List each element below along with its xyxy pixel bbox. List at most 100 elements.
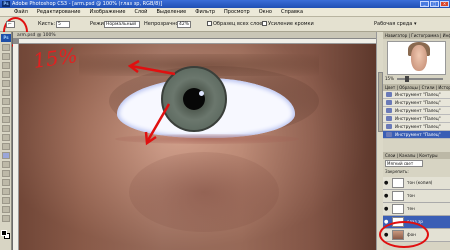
panel-dock: Навигатор | Гистограмма | Инфо 15% Цвет … xyxy=(383,32,450,250)
brush-label: Кисть: xyxy=(38,21,56,27)
blend-mode-row: Мягкий свет xyxy=(385,160,448,167)
menu-file[interactable]: Файл xyxy=(14,9,28,15)
enhance-edge-checkbox[interactable] xyxy=(262,21,267,26)
close-button[interactable]: × xyxy=(440,1,449,7)
zoom-slider-knob[interactable] xyxy=(405,76,409,82)
history-item-label: Инструмент "Палец" xyxy=(395,132,441,137)
navigator-preview[interactable] xyxy=(387,41,446,75)
all-layers-option[interactable]: Образец всех слоев xyxy=(207,20,265,29)
layer-thumbnail xyxy=(392,204,404,214)
smudge-history-icon xyxy=(386,116,392,121)
navigator-panel-tabs[interactable]: Навигатор | Гистограмма | Инфо xyxy=(383,32,450,39)
smudge-history-icon xyxy=(386,100,392,105)
history-item[interactable]: Инструмент "Палец" xyxy=(383,99,450,107)
layer-row[interactable]: ● тон xyxy=(383,190,450,203)
image-canvas[interactable]: 15% xyxy=(19,44,377,250)
pen-tool-icon[interactable] xyxy=(2,170,10,177)
photoshop-logo-icon: Ps xyxy=(2,1,10,7)
shape-tool-icon[interactable] xyxy=(2,197,10,204)
history-item-label: Инструмент "Палец" xyxy=(395,124,441,129)
history-item-label: Инструмент "Палец" xyxy=(395,116,441,121)
smudge-history-icon xyxy=(386,132,392,137)
thumbnail-face xyxy=(411,45,427,71)
red-arrow-annotations xyxy=(127,59,176,146)
history-item-active[interactable]: Инструмент "Палец" xyxy=(383,131,450,139)
gradient-tool-icon[interactable] xyxy=(2,143,10,150)
layer-thumbnail xyxy=(392,178,404,188)
menu-view[interactable]: Просмотр xyxy=(224,9,250,15)
menu-bar: Файл Редактирование Изображение Слой Выд… xyxy=(0,8,450,17)
navigator-zoom-value[interactable]: 15% xyxy=(385,76,394,82)
brush-size-picker[interactable]: 5 xyxy=(56,21,70,28)
document-window: arm.psd @ 100% 15% xyxy=(13,32,377,250)
history-item[interactable]: Инструмент "Палец" xyxy=(383,107,450,115)
title-bar: Ps Adobe Photoshop CS3 - [arm.psd @ 100%… xyxy=(0,0,450,8)
menu-edit[interactable]: Редактирование xyxy=(37,9,81,15)
lasso-tool-icon[interactable] xyxy=(2,62,10,69)
history-brush-tool-icon[interactable] xyxy=(2,125,10,132)
tool-preset-picker[interactable]: ⌐ xyxy=(6,21,15,28)
hand-tool-icon[interactable] xyxy=(2,206,10,213)
zoom-slider[interactable] xyxy=(397,78,443,80)
history-item-label: Инструмент "Палец" xyxy=(395,108,441,113)
healing-tool-icon[interactable] xyxy=(2,98,10,105)
red-annotation-circle-layer xyxy=(379,221,429,248)
blend-mode-select[interactable]: Мягкий свет xyxy=(385,160,423,167)
menu-select[interactable]: Выделение xyxy=(156,9,186,15)
menu-filter[interactable]: Фильтр xyxy=(195,9,215,15)
history-item-label: Инструмент "Палец" xyxy=(395,100,441,105)
red-arrow-down xyxy=(145,103,171,143)
workspace-menu[interactable]: Рабочая среда ▾ xyxy=(374,20,416,29)
history-item[interactable]: Инструмент "Палец" xyxy=(383,123,450,131)
brush-tool-icon[interactable] xyxy=(2,107,10,114)
history-item[interactable]: Инструмент "Палец" xyxy=(383,115,450,123)
visibility-eye-icon[interactable]: ● xyxy=(384,206,390,212)
foreground-color-swatch[interactable] xyxy=(1,230,7,236)
layer-name: тон xyxy=(407,193,415,198)
red-arrow-left xyxy=(130,64,176,76)
window-controls: _ □ × xyxy=(420,1,449,7)
all-layers-checkbox[interactable] xyxy=(207,21,212,26)
type-tool-icon[interactable] xyxy=(2,179,10,186)
move-tool-icon[interactable] xyxy=(2,44,10,51)
maximize-button[interactable]: □ xyxy=(430,1,439,7)
minimize-button[interactable]: _ xyxy=(420,1,429,7)
menu-image[interactable]: Изображение xyxy=(89,9,125,15)
layer-row[interactable]: ● тон (копия) xyxy=(383,177,450,190)
lock-label: Закрепить: xyxy=(385,169,409,174)
history-panel-tabs[interactable]: Цвет | Образцы | Стили | История xyxy=(383,84,450,91)
crop-tool-icon[interactable] xyxy=(2,80,10,87)
opacity-input[interactable]: 42% xyxy=(177,21,191,28)
layers-panel-tabs[interactable]: Слои | Каналы | Контуры xyxy=(383,152,450,159)
mode-select[interactable]: Нормальный xyxy=(104,21,140,28)
options-bar: ⌐ Кисть: 5 Режим: Нормальный Непрозрачно… xyxy=(0,17,450,47)
toolbox: Ps xyxy=(0,32,12,250)
enhance-edge-label: Усиление кромки xyxy=(268,21,314,27)
layer-name: тон (копия) xyxy=(407,180,433,185)
enhance-edge-option[interactable]: Усиление кромки xyxy=(262,20,314,29)
visibility-eye-icon[interactable]: ● xyxy=(384,193,390,199)
smudge-tool-icon[interactable] xyxy=(2,152,10,159)
eraser-tool-icon[interactable] xyxy=(2,134,10,141)
slice-tool-icon[interactable] xyxy=(2,89,10,96)
history-item-label: Инструмент "Палец" xyxy=(395,92,441,97)
layer-row[interactable]: ● тен xyxy=(383,203,450,216)
navigator-zoom: 15% xyxy=(385,76,448,82)
document-tab[interactable]: arm.psd @ 100% xyxy=(13,32,377,39)
menu-help[interactable]: Справка xyxy=(281,9,303,15)
marquee-tool-icon[interactable] xyxy=(2,53,10,60)
window-title: Adobe Photoshop CS3 - [arm.psd @ 100% (г… xyxy=(12,1,163,7)
vertical-scrollbar[interactable] xyxy=(376,32,383,250)
smudge-history-icon xyxy=(386,108,392,113)
all-layers-label: Образец всех слоев xyxy=(213,21,266,27)
visibility-eye-icon[interactable]: ● xyxy=(384,180,390,186)
magic-wand-tool-icon[interactable] xyxy=(2,71,10,78)
ps-toolbox-logo-icon: Ps xyxy=(1,34,11,42)
menu-window[interactable]: Окно xyxy=(259,9,272,15)
stamp-tool-icon[interactable] xyxy=(2,116,10,123)
menu-layer[interactable]: Слой xyxy=(134,9,147,15)
zoom-tool-icon[interactable] xyxy=(2,215,10,222)
dodge-tool-icon[interactable] xyxy=(2,161,10,168)
path-select-tool-icon[interactable] xyxy=(2,188,10,195)
history-item[interactable]: Инструмент "Палец" xyxy=(383,91,450,99)
